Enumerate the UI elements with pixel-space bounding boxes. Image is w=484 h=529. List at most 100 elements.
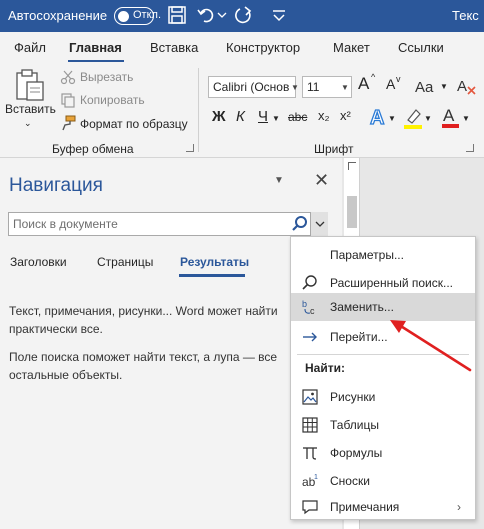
format-painter-icon[interactable] <box>60 115 76 131</box>
menu-item-label: Формулы <box>330 446 383 460</box>
menu-item-label: Рисунки <box>330 390 376 404</box>
customize-toolbar-icon[interactable] <box>268 4 290 26</box>
svg-text:c: c <box>310 306 315 316</box>
pane-options-icon[interactable]: ▼ <box>274 175 284 186</box>
font-name-combo[interactable]: Calibri (Основ <box>208 76 296 98</box>
search-input[interactable] <box>9 213 287 235</box>
replace-icon: b c <box>302 299 315 316</box>
comment-icon <box>302 500 318 515</box>
svg-text:Aa: Aa <box>415 79 434 96</box>
tab-insert[interactable]: Вставка <box>150 40 198 55</box>
change-case-dropdown-icon[interactable]: ▼ <box>440 82 448 91</box>
underline-dropdown-icon[interactable]: ▼ <box>272 114 280 123</box>
arrow-right-icon <box>303 332 317 342</box>
paste-button[interactable]: Вставить <box>5 102 56 116</box>
font-color-dropdown-icon[interactable]: ▼ <box>462 114 470 123</box>
italic-button[interactable]: К <box>236 108 245 125</box>
copy-icon[interactable] <box>60 92 76 108</box>
undo-icon[interactable] <box>196 4 218 26</box>
menu-item-label: Перейти... <box>330 330 388 344</box>
table-icon <box>302 417 318 433</box>
font-size-dropdown-icon[interactable]: ▼ <box>341 83 349 92</box>
tab-home[interactable]: Главная <box>69 40 122 55</box>
text-effects-icon[interactable]: A <box>368 104 390 128</box>
ruler-margin <box>347 196 357 228</box>
tab-selector-icon[interactable] <box>348 162 356 170</box>
results-info-text: Текст, примечания, рисунки... Word может… <box>9 304 278 336</box>
redo-icon[interactable] <box>232 4 254 26</box>
font-group-label: Шрифт <box>314 142 354 156</box>
menu-item-comments[interactable]: Примечания › <box>291 493 475 521</box>
tab-file[interactable]: Файл <box>14 40 46 55</box>
underline-button[interactable]: Ч <box>258 108 268 125</box>
grow-font-caret-icon: ^ <box>371 72 376 82</box>
svg-text:A: A <box>443 106 455 125</box>
pi-icon <box>303 447 317 460</box>
bold-button[interactable]: Ж <box>212 108 226 125</box>
superscript-button[interactable]: x² <box>340 108 351 123</box>
paste-dropdown-icon[interactable]: ⌄ <box>24 118 32 129</box>
search-icon[interactable] <box>291 215 309 233</box>
title-bar: Автосохранение Откл. Текс <box>0 0 484 32</box>
svg-text:b: b <box>302 299 307 309</box>
svg-text:A: A <box>370 107 384 128</box>
strikethrough-button[interactable]: abc <box>288 110 307 124</box>
font-name-value: Calibri (Основ <box>213 80 290 94</box>
undo-dropdown-icon[interactable] <box>216 4 228 26</box>
grow-font-button[interactable]: A <box>358 74 369 94</box>
menu-item-label: Сноски <box>330 474 370 488</box>
tab-references[interactable]: Ссылки <box>398 40 444 55</box>
tab-pages[interactable]: Страницы <box>97 255 153 269</box>
autosave-label: Автосохранение <box>8 8 108 23</box>
cut-icon[interactable] <box>60 69 76 85</box>
menu-item-footnotes[interactable]: ab 1 Сноски <box>291 467 475 495</box>
svg-text:A: A <box>457 78 467 95</box>
menu-item-label: Примечания <box>330 500 400 514</box>
paste-icon[interactable] <box>14 68 46 102</box>
copy-button[interactable]: Копировать <box>80 93 145 107</box>
tab-design[interactable]: Конструктор <box>226 40 300 55</box>
menu-item-label: Расширенный поиск... <box>330 276 453 290</box>
ribbon-tabs: Файл Главная Вставка Конструктор Макет С… <box>0 32 484 62</box>
change-case-icon[interactable]: Aa <box>414 76 438 96</box>
svg-text:1: 1 <box>314 474 318 481</box>
footnote-icon: ab 1 <box>302 474 318 489</box>
font-color-icon[interactable]: A <box>440 104 462 130</box>
clear-formatting-icon[interactable]: A <box>456 75 478 97</box>
search-box <box>8 212 328 236</box>
search-icon <box>302 275 317 290</box>
autosave-toggle[interactable]: Откл. <box>114 7 161 25</box>
font-launcher-icon[interactable] <box>466 144 474 152</box>
toggle-knob <box>118 10 129 22</box>
menu-item-graphics[interactable]: Рисунки <box>291 383 475 411</box>
menu-item-options[interactable]: Параметры... <box>291 241 475 269</box>
subscript-button[interactable]: x₂ <box>318 108 330 123</box>
font-size-value: 11 <box>307 80 320 94</box>
menu-item-equations[interactable]: Формулы <box>291 439 475 467</box>
tab-results[interactable]: Результаты <box>180 255 249 269</box>
menu-item-label: Таблицы <box>330 418 380 432</box>
search-tip-text: Поле поиска поможет найти текст, а лупа … <box>9 350 278 382</box>
menu-item-label: Параметры... <box>330 248 404 262</box>
tab-headings[interactable]: Заголовки <box>10 255 67 269</box>
search-options-button[interactable] <box>310 212 328 236</box>
navigation-title: Навигация <box>9 175 103 196</box>
font-name-dropdown-icon[interactable]: ▼ <box>291 83 299 92</box>
cut-button[interactable]: Вырезать <box>80 70 133 84</box>
ribbon: Вставить ⌄ Вырезать Копировать Формат по… <box>0 62 484 158</box>
format-painter-button[interactable]: Формат по образцу <box>80 117 188 131</box>
active-tab-indicator <box>179 274 245 277</box>
find-header: Найти: <box>305 361 345 375</box>
highlight-dropdown-icon[interactable]: ▼ <box>424 114 432 123</box>
tab-layout[interactable]: Макет <box>333 40 370 55</box>
submenu-chevron-icon: › <box>457 500 461 514</box>
save-icon[interactable] <box>166 4 188 26</box>
clipboard-launcher-icon[interactable] <box>186 144 194 152</box>
text-effects-dropdown-icon[interactable]: ▼ <box>388 114 396 123</box>
document-title: Текс <box>452 8 479 23</box>
highlight-icon[interactable] <box>402 106 424 130</box>
shrink-font-button[interactable]: A <box>386 76 395 92</box>
close-icon[interactable]: ✕ <box>314 170 329 191</box>
menu-item-tables[interactable]: Таблицы <box>291 411 475 439</box>
shrink-font-caret-icon: v <box>396 74 401 84</box>
